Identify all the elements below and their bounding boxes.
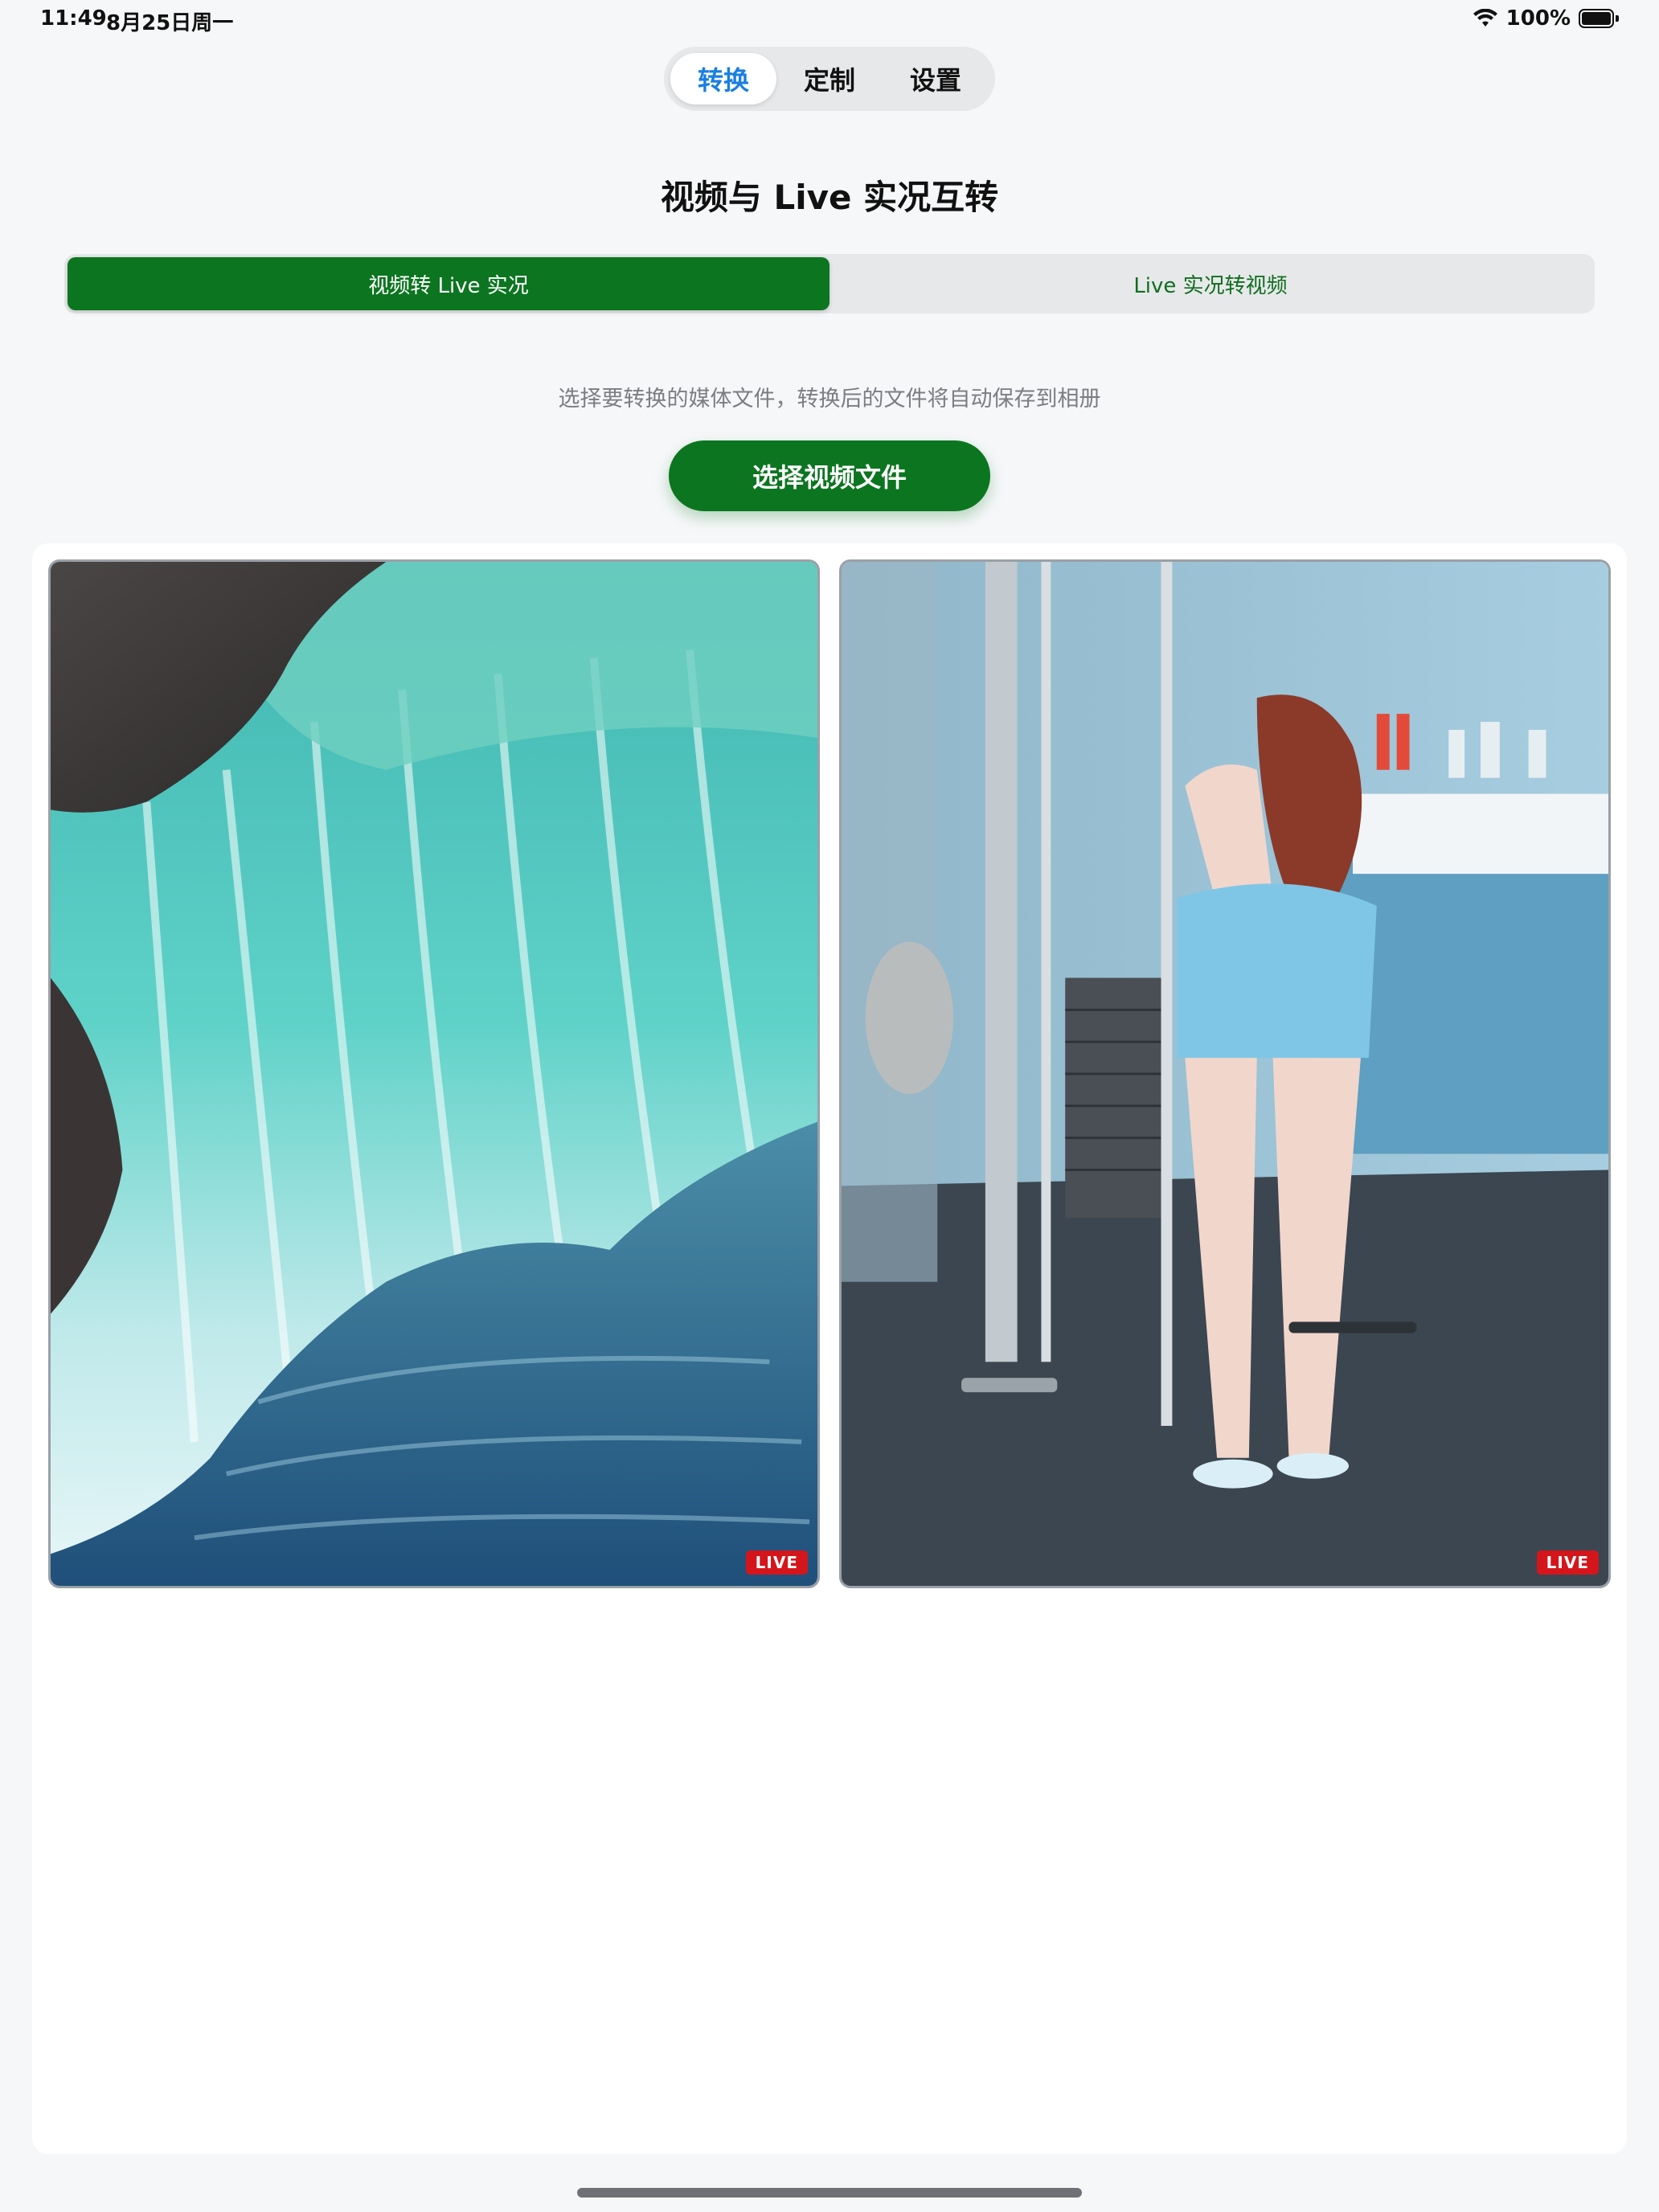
waterfall-image	[51, 562, 817, 1586]
status-bar: 11:49 8月25日周一 100%	[0, 0, 1659, 39]
result-gallery: LIVE LIVE	[32, 543, 1627, 2154]
tab-customize[interactable]: 定制	[776, 53, 883, 104]
mode-video-to-live[interactable]: 视频转 Live 实况	[68, 257, 830, 310]
tab-settings[interactable]: 设置	[883, 53, 989, 104]
battery-icon	[1579, 9, 1619, 28]
tab-convert[interactable]: 转换	[670, 53, 776, 104]
wifi-icon	[1473, 9, 1497, 27]
mode-segmented-control: 视频转 Live 实况 Live 实况转视频	[64, 254, 1595, 313]
live-photo-thumbnail[interactable]: LIVE	[48, 559, 820, 1588]
top-tab-bar: 转换 定制 设置	[664, 47, 995, 111]
live-badge: LIVE	[745, 1550, 808, 1575]
status-date: 8月25日周一	[106, 11, 234, 35]
live-badge: LIVE	[1536, 1550, 1599, 1575]
status-time: 11:49	[40, 6, 107, 31]
live-photo-thumbnail[interactable]: LIVE	[839, 559, 1611, 1588]
battery-percent: 100%	[1505, 6, 1571, 31]
select-video-button[interactable]: 选择视频文件	[669, 440, 990, 511]
page-title: 视频与 Live 实况互转	[660, 178, 999, 217]
gym-image	[842, 562, 1608, 1586]
mode-live-to-video[interactable]: Live 实况转视频	[830, 257, 1591, 310]
status-indicators: 100%	[1473, 6, 1619, 31]
hint-text: 选择要转换的媒体文件，转换后的文件将自动保存到相册	[558, 387, 1101, 412]
home-indicator[interactable]	[577, 2188, 1082, 2198]
